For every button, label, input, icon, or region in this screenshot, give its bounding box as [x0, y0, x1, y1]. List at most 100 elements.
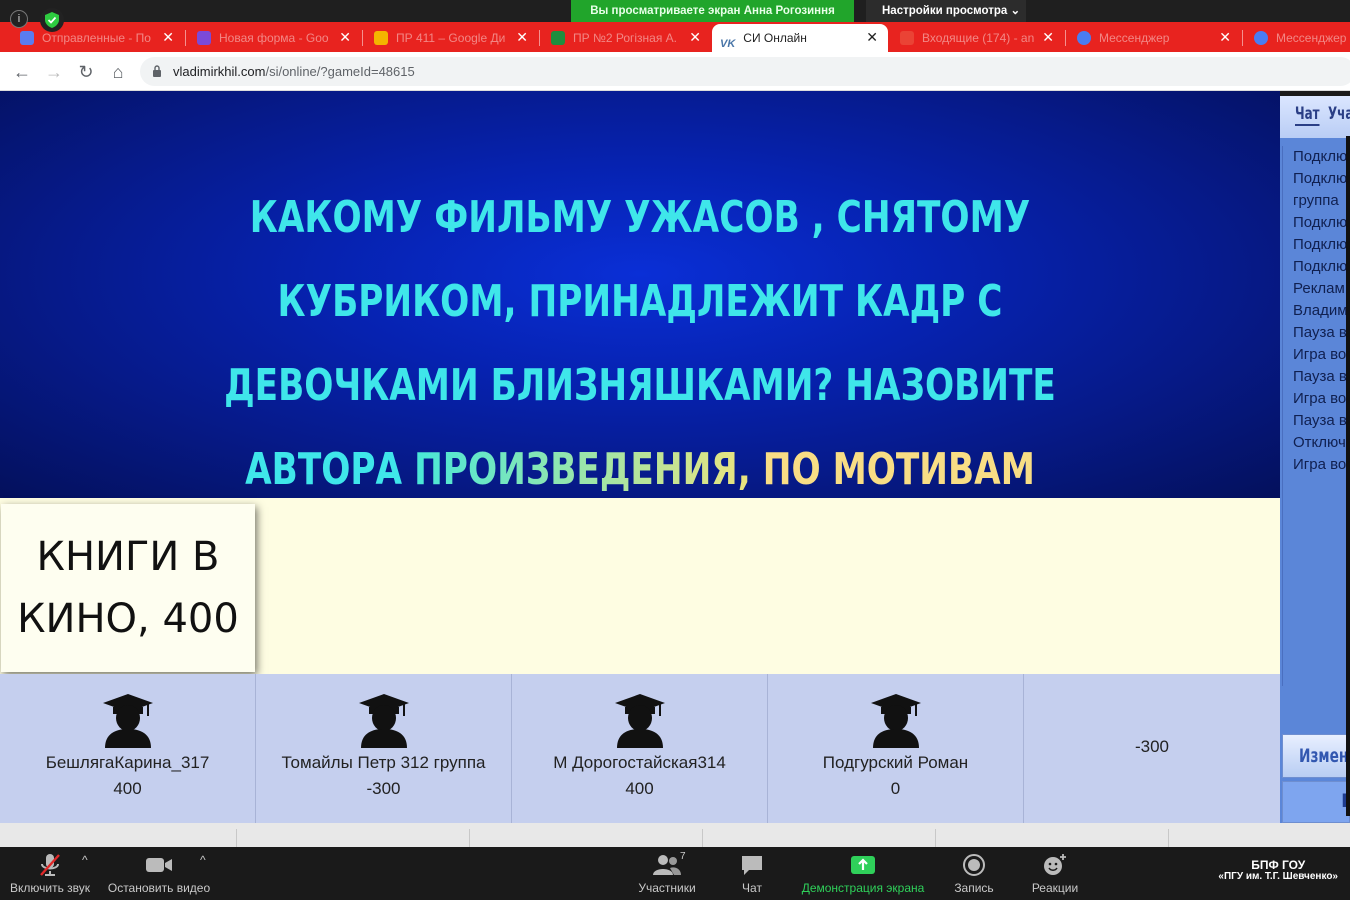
browser-tab[interactable]: Отправленные - По ✕	[12, 24, 184, 52]
theme-title: КНИГИ В	[36, 534, 220, 580]
participants-label: Участники	[638, 881, 696, 895]
tab-label: Мессенджер	[1099, 30, 1170, 45]
video-camera-icon	[104, 853, 214, 877]
close-icon[interactable]: ✕	[1219, 24, 1231, 50]
browser-tab[interactable]: Мессенджер ✕	[1069, 24, 1241, 52]
unmute-button[interactable]: Включить звук	[8, 853, 92, 895]
messenger-icon	[1077, 30, 1091, 45]
chat-line: Подклю	[1293, 258, 1348, 275]
tab-label: СИ Онлайн	[743, 30, 807, 45]
tab-label: ПР №2 Рогізная А.	[573, 30, 678, 45]
lock-icon	[153, 65, 161, 77]
page-footer-strip	[0, 823, 1350, 847]
close-icon[interactable]: ✕	[689, 24, 701, 50]
view-options-menu[interactable]: Настройки просмотра ⌄	[866, 0, 1026, 22]
zoom-top-bar: i Вы просматриваете экран Анна Рогозиння…	[0, 0, 1350, 32]
vk-icon: VK	[720, 37, 736, 50]
question-text-part2: ПРОИЗВЕДЕНИЯ,	[414, 444, 763, 495]
chevron-down-icon: ⌄	[1010, 5, 1021, 17]
chat-button[interactable]: Чат	[734, 853, 770, 895]
change-button[interactable]: Измени	[1282, 734, 1350, 778]
chat-line: Подклю	[1293, 148, 1348, 165]
close-icon[interactable]: ✕	[162, 24, 174, 50]
url-field[interactable]: vladimirkhil.com/si/online/?gameId=48615	[140, 57, 1350, 86]
chat-line: Владим	[1293, 302, 1348, 319]
chat-line: Пауза в	[1293, 324, 1347, 341]
player-name: Подгурский Роман	[822, 753, 969, 772]
audio-options-caret-icon[interactable]: ^	[82, 853, 88, 867]
chat-line: Подклю	[1293, 170, 1348, 187]
chat-line: Отключ	[1293, 434, 1346, 451]
sheets-icon	[551, 30, 565, 45]
player-card[interactable]: М Дорогостайская314 400	[512, 674, 768, 823]
chat-line: Игра во	[1293, 390, 1347, 407]
muted-mic-icon	[8, 853, 92, 877]
chat-side-panel: Чат Уча Подклю Подклю группа Подклю Подк…	[1280, 96, 1350, 823]
player-score: 400	[625, 779, 654, 798]
browser-tab[interactable]: Входящие (174) - an ✕	[892, 24, 1064, 52]
messenger-icon	[1254, 30, 1268, 45]
chat-line: Игра во	[1293, 346, 1347, 363]
forms-icon	[197, 30, 211, 45]
player-card[interactable]: -300	[1024, 674, 1280, 823]
player-name: БешлягаКарина_317	[45, 753, 210, 772]
player-name: Томайлы Петр 312 группа	[281, 753, 486, 772]
side-action-button[interactable]: П	[1282, 781, 1350, 823]
browser-tab-active[interactable]: VK СИ Онлайн ✕	[712, 24, 888, 52]
chat-bubble-icon	[734, 853, 770, 877]
tab-players[interactable]: Уча	[1328, 104, 1350, 124]
chat-line: группа	[1293, 192, 1339, 209]
browser-tab[interactable]: Мессенджер	[1246, 24, 1350, 52]
info-icon[interactable]: i	[10, 10, 28, 28]
back-arrow-icon[interactable]: ←	[11, 61, 33, 83]
player-card[interactable]: БешлягаКарина_317 400	[0, 674, 256, 823]
players-panel: БешлягаКарина_317 400 Томайлы Петр 312 г…	[0, 674, 1280, 823]
unmute-label: Включить звук	[9, 881, 91, 895]
close-icon[interactable]: ✕	[516, 24, 528, 50]
close-icon[interactable]: ✕	[339, 24, 351, 50]
tab-chat[interactable]: Чат	[1295, 104, 1320, 126]
student-avatar-icon	[871, 694, 921, 748]
close-icon[interactable]: ✕	[866, 24, 878, 50]
chat-line: Пауза в	[1293, 368, 1347, 385]
player-score: -300	[1134, 737, 1170, 756]
close-icon[interactable]: ✕	[1042, 24, 1054, 50]
browser-tab[interactable]: ПР №2 Рогізная А. ✕	[543, 24, 711, 52]
student-avatar-icon	[615, 694, 665, 748]
video-options-caret-icon[interactable]: ^	[200, 853, 206, 867]
gmail-icon	[900, 30, 914, 45]
share-screen-button[interactable]: Демонстрация экрана	[797, 853, 929, 895]
drive-icon	[374, 30, 388, 45]
forward-arrow-icon[interactable]: →	[43, 61, 65, 83]
record-icon	[950, 853, 998, 877]
address-bar: ← → ↻ ⌂ vladimirkhil.com/si/online/?game…	[0, 52, 1350, 91]
tab-label: ПР 411 – Google Ди	[396, 30, 506, 45]
chat-line: Реклам	[1293, 280, 1345, 297]
player-score: 400	[113, 779, 142, 798]
stop-video-label: Остановить видео	[107, 881, 211, 895]
chat-log[interactable]: Подклю Подклю группа Подклю Подклю Подкл…	[1282, 146, 1350, 686]
home-icon[interactable]: ⌂	[107, 61, 129, 83]
reactions-label: Реакции	[1031, 881, 1079, 895]
url-path: /si/online/?gameId=48615	[265, 64, 415, 79]
browser-tab[interactable]: Новая форма - Goo ✕	[189, 24, 361, 52]
reactions-button[interactable]: Реакции	[1028, 853, 1082, 895]
player-score: 0	[890, 779, 901, 798]
shield-icon[interactable]	[40, 8, 64, 32]
player-score: -300	[366, 779, 401, 798]
reload-icon[interactable]: ↻	[75, 61, 97, 83]
share-screen-icon	[797, 853, 929, 877]
panel-edge	[1346, 136, 1350, 816]
tab-label: Входящие (174) - an	[922, 30, 1035, 45]
player-card[interactable]: Подгурский Роман 0	[768, 674, 1024, 823]
theme-strip: КНИГИ В КИНО, 400	[0, 498, 1280, 674]
record-button[interactable]: Запись	[950, 853, 998, 895]
stop-video-button[interactable]: Остановить видео	[104, 853, 214, 895]
mail-icon	[20, 30, 34, 45]
view-options-label: Настройки просмотра	[882, 5, 1008, 17]
smiley-plus-icon	[1028, 853, 1082, 877]
browser-tab[interactable]: ПР 411 – Google Ди ✕	[366, 24, 538, 52]
player-name: М Дорогостайская314	[553, 753, 726, 772]
participants-button[interactable]: 7 Участники	[634, 851, 700, 895]
player-card[interactable]: Томайлы Петр 312 группа -300	[256, 674, 512, 823]
